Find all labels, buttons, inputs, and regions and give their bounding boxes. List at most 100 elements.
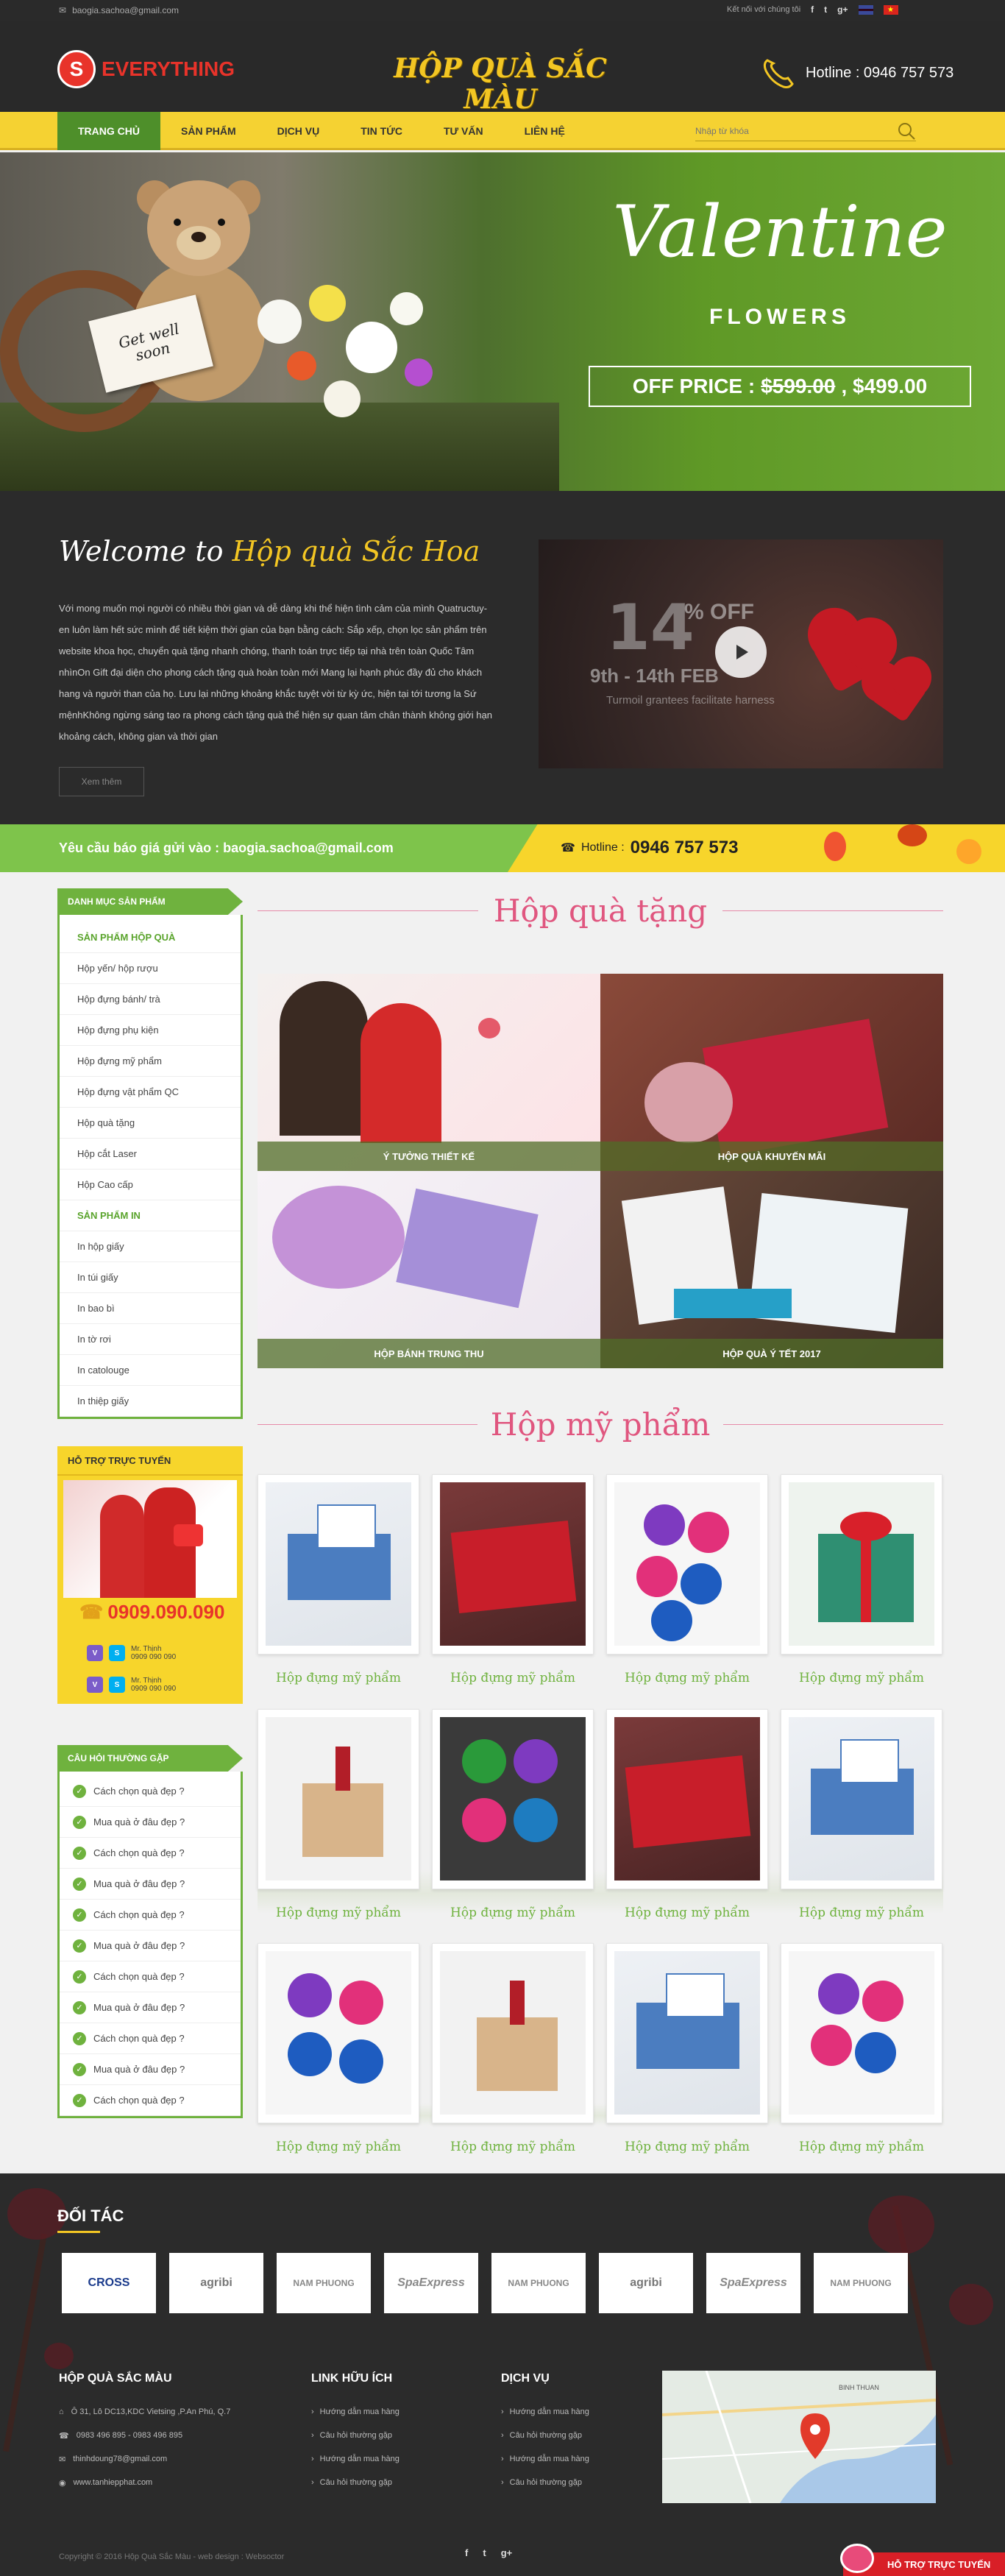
product-card[interactable]: Hộp đựng mỹ phẩm bbox=[781, 1943, 942, 2164]
partner-logo[interactable]: SpaExpress bbox=[706, 2253, 800, 2313]
category-group-gift-boxes[interactable]: SẢN PHẨM HỘP QUÀ bbox=[60, 922, 241, 953]
support-contact[interactable]: V S Mr. Thịnh 0909 090 090 bbox=[87, 1671, 234, 1699]
product-name[interactable]: Hộp đựng mỹ phẩm bbox=[781, 2140, 942, 2154]
category-item[interactable]: Hộp đựng vật phẩm QC bbox=[60, 1077, 241, 1108]
faq-item[interactable]: ✓ Cách chọn quà đẹp ? bbox=[60, 1838, 241, 1869]
product-card[interactable]: Hộp đựng mỹ phẩm bbox=[781, 1474, 942, 1695]
footer-link[interactable]: › Câu hỏi thường gặp bbox=[501, 2424, 589, 2447]
play-icon[interactable] bbox=[715, 626, 767, 678]
hero-banner[interactable]: Get well soon Valentine FLOWERS OFF PRIC… bbox=[0, 152, 1005, 491]
faq-item[interactable]: ✓ Mua quà ở đâu đẹp ? bbox=[60, 1807, 241, 1838]
product-name[interactable]: Hộp đựng mỹ phẩm bbox=[781, 1906, 942, 1920]
partner-logo[interactable]: NAM PHUONG bbox=[491, 2253, 586, 2313]
product-card[interactable]: Hộp đựng mỹ phẩm bbox=[258, 1709, 419, 1930]
category-group-printing[interactable]: SẢN PHẨM IN bbox=[60, 1200, 241, 1231]
twitter-icon[interactable]: t bbox=[824, 4, 827, 15]
footer-link[interactable]: › Hướng dẫn mua hàng bbox=[311, 2447, 399, 2471]
facebook-icon[interactable]: f bbox=[811, 4, 814, 15]
partner-logo[interactable]: CROSS bbox=[62, 2253, 156, 2313]
product-name[interactable]: Hộp đựng mỹ phẩm bbox=[606, 1671, 768, 1685]
faq-item[interactable]: ✓ Cách chọn quà đẹp ? bbox=[60, 1776, 241, 1807]
footer-phones[interactable]: 0983 496 895 - 0983 496 895 bbox=[77, 2431, 182, 2440]
category-item[interactable]: In thiệp giấy bbox=[60, 1386, 241, 1417]
gift-tile-promo[interactable]: HỘP QUÀ KHUYẾN MÃI bbox=[600, 974, 943, 1171]
product-card[interactable]: Hộp đựng mỹ phẩm bbox=[432, 1709, 594, 1930]
location-map[interactable]: BINH THUAN bbox=[662, 2371, 936, 2503]
category-item[interactable]: Hộp đựng mỹ phẩm bbox=[60, 1046, 241, 1077]
google-plus-icon[interactable]: g+ bbox=[837, 4, 848, 15]
category-item[interactable]: In bao bì bbox=[60, 1293, 241, 1324]
viber-icon[interactable]: V bbox=[87, 1677, 103, 1693]
product-name[interactable]: Hộp đựng mỹ phẩm bbox=[258, 1906, 419, 1920]
footer-website[interactable]: www.tanhiepphat.com bbox=[74, 2478, 153, 2487]
english-flag-icon[interactable] bbox=[858, 4, 873, 15]
category-item[interactable]: Hộp quà tặng bbox=[60, 1108, 241, 1139]
category-item[interactable]: Hộp yến/ hộp rượu bbox=[60, 953, 241, 984]
facebook-icon[interactable]: f bbox=[465, 2547, 468, 2558]
footer-link[interactable]: › Hướng dẫn mua hàng bbox=[311, 2400, 399, 2424]
skype-icon[interactable]: S bbox=[109, 1677, 125, 1693]
nav-contact[interactable]: LIÊN HỆ bbox=[504, 112, 586, 150]
chat-bubble-icon[interactable] bbox=[840, 2544, 874, 2573]
faq-item[interactable]: ✓ Cách chọn quà đẹp ? bbox=[60, 2085, 241, 2116]
product-card[interactable]: Hộp đựng mỹ phẩm bbox=[781, 1709, 942, 1930]
hero-price-box[interactable]: OFF PRICE : $599.00 , $499.00 bbox=[589, 366, 971, 407]
product-card[interactable]: Hộp đựng mỹ phẩm bbox=[606, 1943, 768, 2164]
faq-item[interactable]: ✓ Cách chọn quà đẹp ? bbox=[60, 1961, 241, 1992]
read-more-button[interactable]: Xem thêm bbox=[59, 767, 144, 796]
support-contact[interactable]: V S Mr. Thịnh 0909 090 090 bbox=[87, 1639, 234, 1667]
twitter-icon[interactable]: t bbox=[483, 2547, 486, 2558]
product-name[interactable]: Hộp đựng mỹ phẩm bbox=[258, 1671, 419, 1685]
faq-item[interactable]: ✓ Mua quà ở đâu đẹp ? bbox=[60, 2054, 241, 2085]
promo-video[interactable]: 14 % OFF 9th - 14th FEB Turmoil grantees… bbox=[539, 539, 943, 768]
search-icon[interactable] bbox=[897, 121, 916, 141]
faq-item[interactable]: ✓ Mua quà ở đâu đẹp ? bbox=[60, 1992, 241, 2023]
vietnam-flag-icon[interactable]: ★ bbox=[883, 4, 898, 15]
category-item[interactable]: In hộp giấy bbox=[60, 1231, 241, 1262]
skype-icon[interactable]: S bbox=[109, 1645, 125, 1661]
google-plus-icon[interactable]: g+ bbox=[501, 2547, 513, 2558]
partner-logo[interactable]: SpaExpress bbox=[384, 2253, 478, 2313]
support-phone[interactable]: ☎ 0909.090.090 bbox=[79, 1601, 224, 1624]
faq-item[interactable]: ✓ Cách chọn quà đẹp ? bbox=[60, 2023, 241, 2054]
footer-link[interactable]: › Câu hỏi thường gặp bbox=[501, 2471, 589, 2494]
site-logo[interactable]: S EVERYTHING bbox=[57, 50, 235, 88]
gift-tile-mooncake[interactable]: HỘP BÁNH TRUNG THU bbox=[258, 1171, 600, 1368]
faq-item[interactable]: ✓ Mua quà ở đâu đẹp ? bbox=[60, 1869, 241, 1900]
nav-consult[interactable]: TƯ VẤN bbox=[423, 112, 504, 150]
category-item[interactable]: In catolouge bbox=[60, 1355, 241, 1386]
header-hotline[interactable]: Hotline : 0946 757 573 bbox=[761, 56, 953, 90]
product-name[interactable]: Hộp đựng mỹ phẩm bbox=[432, 2140, 594, 2154]
product-name[interactable]: Hộp đựng mỹ phẩm bbox=[432, 1906, 594, 1920]
product-name[interactable]: Hộp đựng mỹ phẩm bbox=[781, 1671, 942, 1685]
footer-link[interactable]: › Câu hỏi thường gặp bbox=[311, 2471, 399, 2494]
footer-link[interactable]: › Hướng dẫn mua hàng bbox=[501, 2400, 589, 2424]
category-item[interactable]: Hộp đựng phụ kiện bbox=[60, 1015, 241, 1046]
product-card[interactable]: Hộp đựng mỹ phẩm bbox=[606, 1709, 768, 1930]
partner-logo[interactable]: NAM PHUONG bbox=[277, 2253, 371, 2313]
product-name[interactable]: Hộp đựng mỹ phẩm bbox=[606, 2140, 768, 2154]
category-item[interactable]: In túi giấy bbox=[60, 1262, 241, 1293]
category-item[interactable]: Hộp cắt Laser bbox=[60, 1139, 241, 1170]
quote-request-text[interactable]: Yêu cầu báo giá gửi vào : baogia.sachoa@… bbox=[59, 841, 394, 856]
product-card[interactable]: Hộp đựng mỹ phẩm bbox=[258, 1474, 419, 1695]
product-name[interactable]: Hộp đựng mỹ phẩm bbox=[432, 1671, 594, 1685]
partner-logo[interactable]: agribi bbox=[169, 2253, 263, 2313]
nav-services[interactable]: DỊCH VỤ bbox=[257, 112, 341, 150]
footer-link[interactable]: › Câu hỏi thường gặp bbox=[311, 2424, 399, 2447]
quote-hotline[interactable]: ☎ Hotline : 0946 757 573 bbox=[561, 838, 738, 858]
search-input[interactable] bbox=[695, 125, 879, 136]
category-item[interactable]: Hộp đựng bánh/ trà bbox=[60, 984, 241, 1015]
viber-icon[interactable]: V bbox=[87, 1645, 103, 1661]
footer-email[interactable]: thinhdoung78@gmail.com bbox=[73, 2455, 167, 2463]
category-item[interactable]: Hộp Cao cấp bbox=[60, 1170, 241, 1200]
nav-products[interactable]: SẢN PHẨM bbox=[160, 112, 257, 150]
product-name[interactable]: Hộp đựng mỹ phẩm bbox=[606, 1906, 768, 1920]
product-card[interactable]: Hộp đựng mỹ phẩm bbox=[258, 1943, 419, 2164]
partner-logo[interactable]: agribi bbox=[599, 2253, 693, 2313]
product-card[interactable]: Hộp đựng mỹ phẩm bbox=[432, 1943, 594, 2164]
gift-tile-tet[interactable]: HỘP QUÀ Ý TẾT 2017 bbox=[600, 1171, 943, 1368]
category-item[interactable]: In tờ rơi bbox=[60, 1324, 241, 1355]
top-email[interactable]: ✉ baogia.sachoa@gmail.com bbox=[59, 5, 179, 15]
faq-item[interactable]: ✓ Mua quà ở đâu đẹp ? bbox=[60, 1931, 241, 1961]
